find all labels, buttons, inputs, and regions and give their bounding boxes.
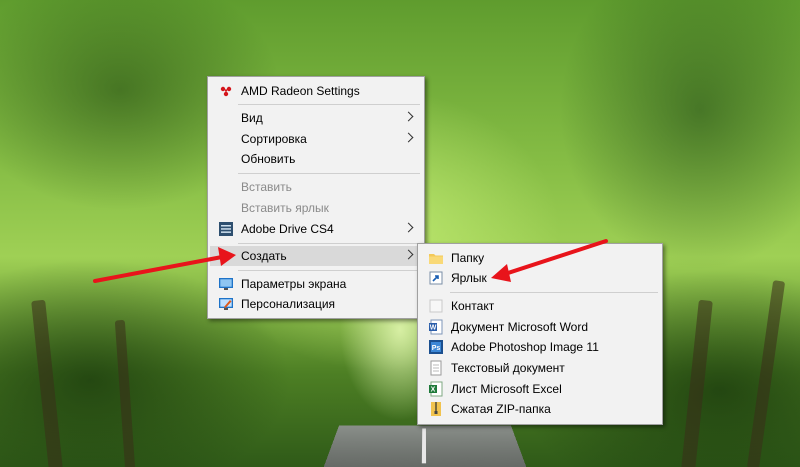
menu-item-label: Папку <box>451 251 485 265</box>
menu-item-label: Вид <box>241 111 263 125</box>
word-document-icon: W <box>428 319 444 335</box>
desktop-context-menu: AMD Radeon Settings Вид Сортировка Обнов… <box>207 76 425 319</box>
menu-item-refresh[interactable]: Обновить <box>210 149 422 169</box>
menu-item-label: AMD Radeon Settings <box>241 84 360 98</box>
folder-icon <box>428 250 444 266</box>
tree-trunk <box>681 299 713 467</box>
tree-trunk <box>31 299 63 467</box>
display-settings-icon <box>218 276 234 292</box>
submenu-arrow-icon <box>403 249 414 260</box>
submenu-arrow-icon <box>403 111 414 122</box>
menu-item-label: Обновить <box>241 152 296 166</box>
submenu-item-excel-sheet[interactable]: X Лист Microsoft Excel <box>420 379 660 399</box>
excel-sheet-icon: X <box>428 381 444 397</box>
menu-item-label: Контакт <box>451 299 495 313</box>
menu-item-label: Вставить <box>241 180 292 194</box>
submenu-item-shortcut[interactable]: Ярлык <box>420 268 660 288</box>
submenu-arrow-icon <box>403 222 414 233</box>
photoshop-image-icon: Ps <box>428 339 444 355</box>
personalization-icon <box>218 296 234 312</box>
shortcut-icon <box>428 270 444 286</box>
menu-item-label: Текстовый документ <box>451 361 565 375</box>
submenu-item-photoshop-image[interactable]: Ps Adobe Photoshop Image 11 <box>420 337 660 357</box>
menu-item-label: Персонализация <box>241 297 336 311</box>
menu-item-paste-shortcut: Вставить ярлык <box>210 198 422 218</box>
svg-text:X: X <box>431 387 436 394</box>
menu-separator <box>238 270 420 271</box>
menu-item-label: Сортировка <box>241 132 307 146</box>
menu-item-label: Adobe Photoshop Image 11 <box>451 340 599 354</box>
submenu-item-text-document[interactable]: Текстовый документ <box>420 358 660 378</box>
svg-text:Ps: Ps <box>432 345 441 352</box>
svg-text:W: W <box>430 325 437 332</box>
contact-icon <box>428 298 444 314</box>
menu-item-label: Ярлык <box>451 271 487 285</box>
submenu-item-zip-folder[interactable]: Сжатая ZIP-папка <box>420 399 660 419</box>
adobe-drive-icon <box>218 221 234 237</box>
submenu-item-contact[interactable]: Контакт <box>420 296 660 316</box>
menu-item-sort[interactable]: Сортировка <box>210 129 422 149</box>
menu-item-display-settings[interactable]: Параметры экрана <box>210 274 422 294</box>
menu-item-personalization[interactable]: Персонализация <box>210 294 422 314</box>
menu-item-label: Лист Microsoft Excel <box>451 382 562 396</box>
submenu-arrow-icon <box>403 132 414 143</box>
submenu-item-word-document[interactable]: W Документ Microsoft Word <box>420 317 660 337</box>
text-document-icon <box>428 360 444 376</box>
menu-item-new[interactable]: Создать <box>210 246 422 266</box>
menu-item-label: Создать <box>241 249 287 263</box>
tree-trunk <box>746 280 786 467</box>
tree-trunk <box>114 319 136 467</box>
menu-item-paste: Вставить <box>210 177 422 197</box>
menu-item-label: Adobe Drive CS4 <box>241 222 334 236</box>
menu-separator <box>238 173 420 174</box>
menu-item-label: Сжатая ZIP-папка <box>451 402 551 416</box>
new-submenu: Папку Ярлык Контакт W Документ Microsoft <box>417 243 663 425</box>
menu-item-view[interactable]: Вид <box>210 108 422 128</box>
menu-item-label: Документ Microsoft Word <box>451 320 589 334</box>
menu-item-adobe-drive[interactable]: Adobe Drive CS4 <box>210 219 422 239</box>
menu-separator <box>450 292 658 293</box>
menu-item-amd-radeon-settings[interactable]: AMD Radeon Settings <box>210 81 422 101</box>
menu-item-label: Вставить ярлык <box>241 201 329 215</box>
zip-folder-icon <box>428 401 444 417</box>
menu-item-label: Параметры экрана <box>241 277 347 291</box>
menu-separator <box>238 243 420 244</box>
menu-separator <box>238 104 420 105</box>
amd-radeon-icon <box>218 83 234 99</box>
road <box>318 425 532 467</box>
submenu-item-folder[interactable]: Папку <box>420 248 660 268</box>
